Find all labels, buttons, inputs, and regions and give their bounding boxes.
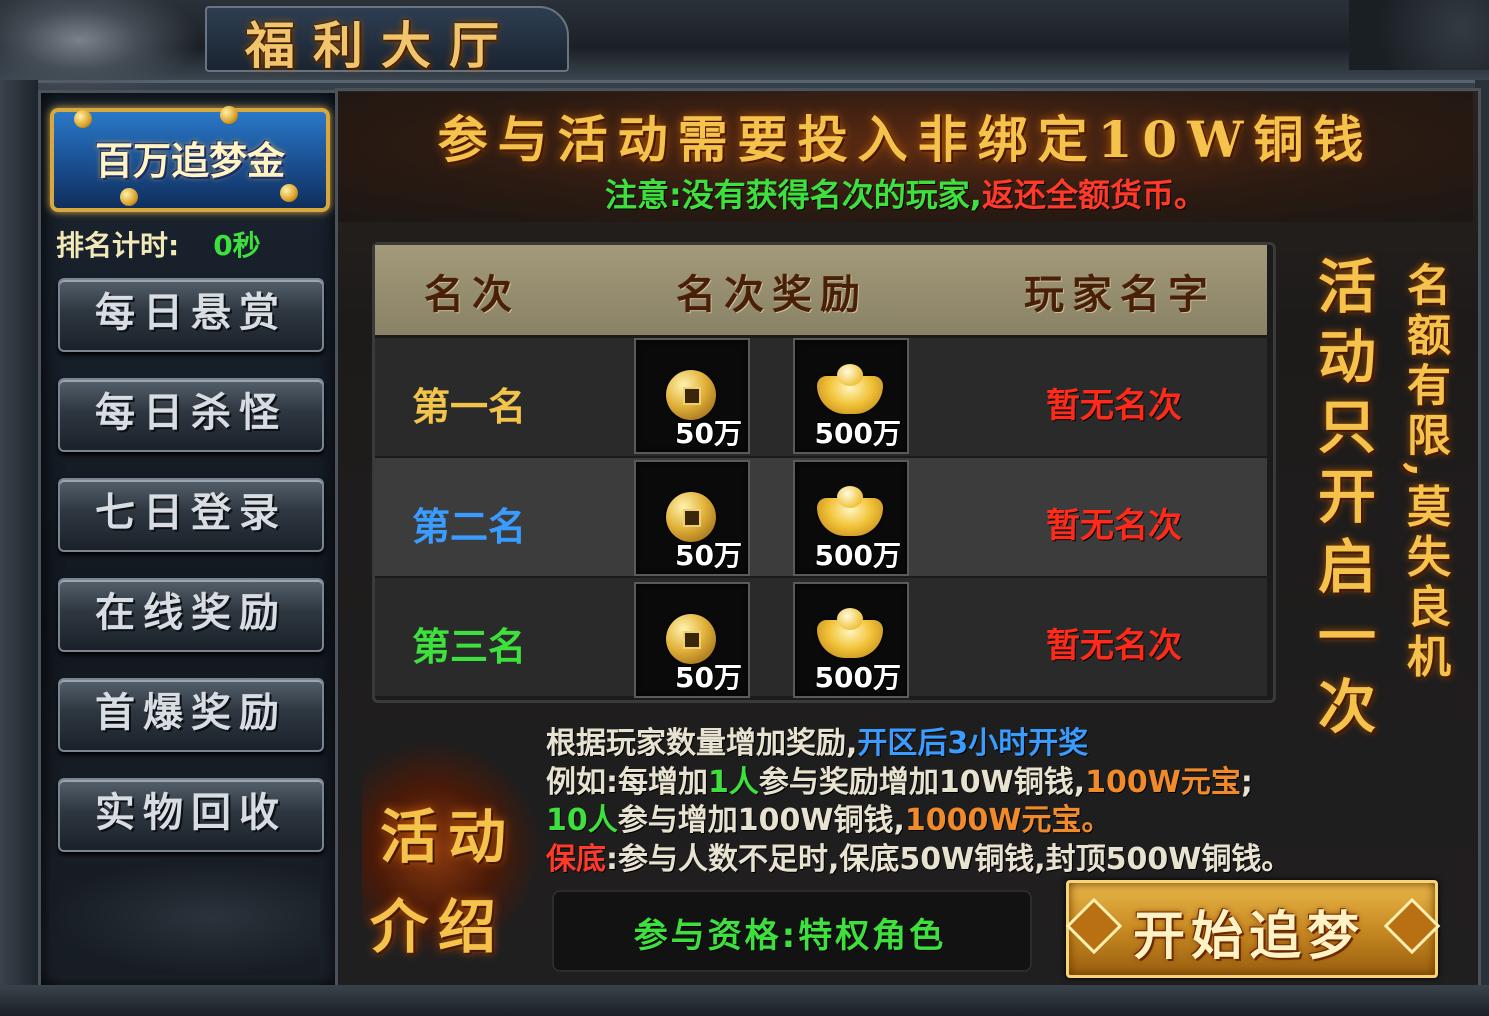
column-header-rank: 名次	[424, 271, 520, 318]
intro-highlight: 开区后3小时开奖	[857, 726, 1089, 761]
notice: 注意:没有获得名次的玩家,返还全额货币。	[338, 170, 1473, 216]
reward-qty: 50万	[675, 417, 742, 450]
reward-qty: 50万	[675, 661, 742, 694]
reward-slot[interactable]: 50万	[634, 582, 750, 698]
sidebar-item-item-recycle[interactable]: 实物回收	[58, 778, 324, 852]
timer-label: 排名计时:	[56, 229, 180, 262]
coin-decoration-icon	[220, 106, 238, 124]
sidebar-item-daily-bounty[interactable]: 每日悬赏	[58, 278, 324, 352]
ranking-timer: 排名计时: 0秒	[56, 224, 261, 264]
player-name: 暂无名次	[1046, 386, 1182, 426]
player-name: 暂无名次	[1046, 506, 1182, 546]
side-slogan-once: 活动只开启一次	[1308, 256, 1376, 746]
reward-qty: 500万	[814, 417, 901, 450]
reward-qty: 500万	[814, 661, 901, 694]
reward-slot[interactable]: 500万	[793, 338, 909, 454]
reward-slot[interactable]: 50万	[634, 338, 750, 454]
intro-title-line1: 活动	[380, 803, 517, 871]
side-slogan-limited: 名额有限,莫失良机	[1399, 262, 1450, 684]
qualification-text: 参与资格:特权角色	[633, 916, 947, 956]
gold-ingot-icon	[817, 608, 883, 658]
start-dream-label: 开始追梦	[1132, 906, 1365, 967]
reward-slot[interactable]: 500万	[793, 582, 909, 698]
sidebar-item-online-reward[interactable]: 在线奖励	[58, 578, 324, 652]
intro-highlight: 1000W元宝。	[904, 803, 1112, 838]
window-title: 福利大厅	[245, 16, 517, 75]
coin-decoration-icon	[120, 188, 138, 206]
intro-line-4: 保底:参与人数不足时,保底50W铜钱,封顶500W铜钱。	[546, 834, 1291, 878]
intro-text: 参与增加100W铜钱,	[617, 803, 905, 838]
intro-text: 根据玩家数量增加奖励,	[546, 726, 858, 761]
frame-left-edge	[0, 80, 38, 985]
column-header-player: 玩家名字	[1024, 271, 1216, 318]
intro-text: ;	[1240, 765, 1253, 800]
coin-decoration-icon	[74, 110, 92, 128]
player-name: 暂无名次	[1046, 626, 1182, 666]
intro-title-line2: 介绍	[370, 893, 507, 961]
rank-label: 第三名	[412, 625, 527, 669]
reward-slot[interactable]: 50万	[634, 460, 750, 576]
sidebar-item-daily-monster[interactable]: 每日杀怪	[58, 378, 324, 452]
sidebar-item-first-drop-reward[interactable]: 首爆奖励	[58, 678, 324, 752]
intro-highlight: 保底	[546, 842, 606, 877]
intro-text: :参与人数不足时,保底50W铜钱,封顶500W铜钱。	[606, 842, 1292, 877]
rank-label: 第二名	[412, 505, 527, 549]
notice-text: 注意:没有获得名次的玩家,	[605, 176, 982, 214]
intro-line-3: 10人参与增加100W铜钱,1000W元宝。	[546, 795, 1111, 839]
coin-decoration-icon	[280, 184, 298, 202]
gold-ingot-icon	[817, 364, 883, 414]
column-header-reward: 名次奖励	[676, 271, 868, 318]
dragon-ornament-icon	[50, 860, 320, 975]
reward-slot[interactable]: 500万	[793, 460, 909, 576]
intro-highlight: 10人	[546, 803, 618, 838]
reward-qty: 50万	[675, 539, 742, 572]
rank-label: 第一名	[412, 385, 527, 429]
event-banner-label: 百万追梦金	[94, 139, 285, 183]
headline: 参与活动需要投入非绑定10W铜钱	[437, 110, 1374, 169]
sidebar-item-seven-day-login[interactable]: 七日登录	[58, 478, 324, 552]
notice-highlight: 返还全额货币。	[981, 176, 1206, 214]
intro-line-1: 根据玩家数量增加奖励,开区后3小时开奖	[546, 718, 1088, 762]
gold-ingot-icon	[817, 486, 883, 536]
close-button[interactable]	[1349, 0, 1489, 70]
timer-value: 0秒	[213, 229, 261, 262]
reward-qty: 500万	[814, 539, 901, 572]
frame-bottom-edge	[0, 985, 1489, 1016]
